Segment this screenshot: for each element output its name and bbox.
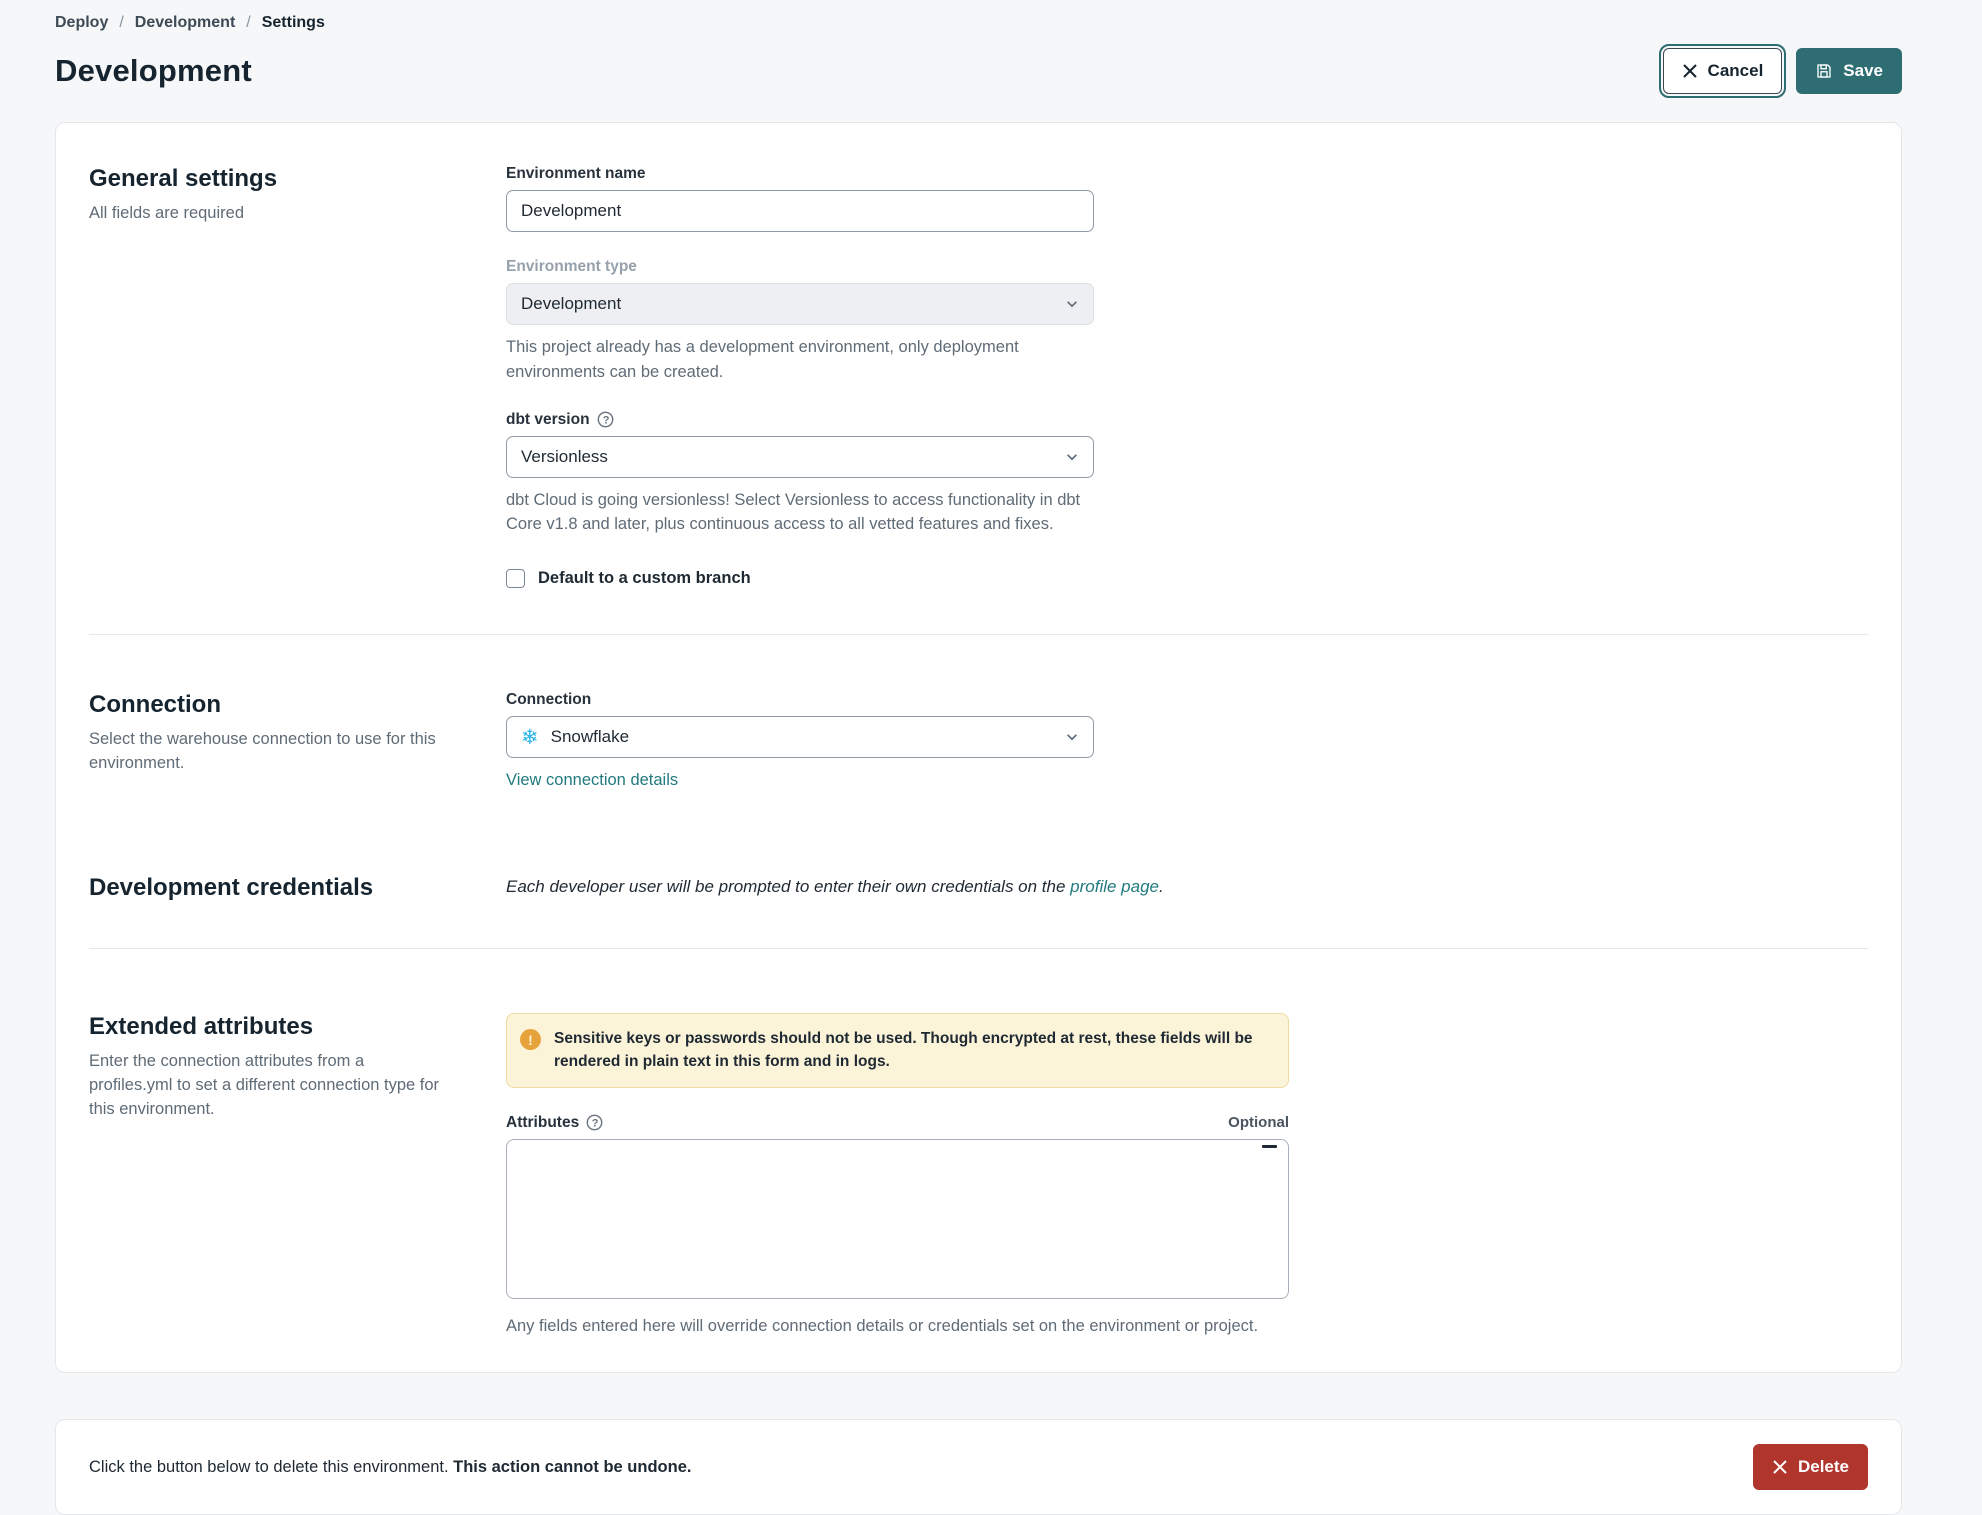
breadcrumb-deploy[interactable]: Deploy — [55, 14, 108, 32]
credentials-note: Each developer user will be prompted to … — [506, 874, 1868, 902]
extended-heading-block: Extended attributes Enter the connection… — [89, 1013, 506, 1338]
breadcrumb-separator: / — [119, 14, 124, 31]
dbt-version-field: dbt version ? Versionless dbt Cloud is g… — [506, 411, 1094, 538]
view-connection-details-link[interactable]: View connection details — [506, 771, 678, 790]
floppy-disk-icon — [1817, 64, 1831, 78]
delete-button[interactable]: Delete — [1752, 1444, 1868, 1491]
close-icon — [1773, 1460, 1787, 1474]
custom-branch-checkbox-row[interactable]: Default to a custom branch — [506, 569, 1868, 588]
settings-card: General settings All fields are required… — [55, 122, 1902, 1374]
optional-badge: Optional — [1228, 1114, 1289, 1131]
general-settings-subheading: All fields are required — [89, 204, 244, 222]
chevron-down-icon — [1067, 453, 1077, 460]
svg-text:?: ? — [602, 414, 609, 426]
section-development-credentials: Development credentials Each developer u… — [56, 790, 1901, 948]
cancel-button[interactable]: Cancel — [1658, 44, 1787, 98]
connection-heading-block: Connection Select the warehouse connecti… — [89, 691, 506, 790]
breadcrumb-development[interactable]: Development — [135, 14, 235, 32]
snowflake-icon: ❄ — [521, 725, 539, 749]
breadcrumb: Deploy / Development / Settings — [55, 12, 1902, 32]
delete-warning-bold: This action cannot be undone. — [453, 1457, 692, 1476]
collapse-gutter-icon[interactable] — [1262, 1144, 1277, 1148]
environment-name-label: Environment name — [506, 165, 646, 182]
custom-branch-label: Default to a custom branch — [538, 569, 751, 587]
chevron-down-icon — [1067, 301, 1077, 308]
save-button-label: Save — [1843, 61, 1883, 80]
attributes-label-wrap: Attributes ? — [506, 1114, 603, 1132]
environment-name-field: Environment name — [506, 165, 1094, 232]
warning-icon: ! — [520, 1029, 541, 1050]
profile-page-link[interactable]: profile page — [1070, 877, 1159, 896]
breadcrumb-separator: / — [246, 14, 251, 31]
credentials-heading: Development credentials — [89, 874, 374, 901]
environment-settings-page: Deploy / Development / Settings Developm… — [0, 0, 1982, 1515]
close-icon — [1682, 64, 1697, 78]
general-settings-fields: Environment name Environment type Develo… — [506, 165, 1868, 588]
connection-field: Connection ❄ Snowflake View connection d… — [506, 691, 1094, 790]
general-settings-heading: General settings — [89, 165, 278, 192]
connection-label: Connection — [506, 691, 592, 708]
credentials-heading-block: Development credentials — [89, 874, 506, 902]
custom-branch-checkbox[interactable] — [506, 569, 525, 588]
attributes-editor-wrap — [506, 1138, 1289, 1304]
delete-warning-prefix: Click the button below to delete this en… — [89, 1457, 454, 1476]
delete-environment-card: Click the button below to delete this en… — [55, 1419, 1902, 1515]
dbt-version-help: dbt Cloud is going versionless! Select V… — [506, 490, 1081, 534]
extended-fields: ! Sensitive keys or passwords should not… — [506, 1013, 1868, 1338]
header-actions: Cancel Save — [1658, 44, 1902, 98]
attributes-label-row: Attributes ? Optional — [506, 1114, 1289, 1132]
help-circle-icon[interactable]: ? — [586, 1114, 603, 1131]
dbt-version-select[interactable]: Versionless — [506, 435, 1094, 478]
environment-type-value: Development — [521, 294, 622, 313]
section-connection: Connection Select the warehouse connecti… — [56, 635, 1901, 790]
connection-subheading: Select the warehouse connection to use f… — [89, 730, 436, 772]
delete-button-label: Delete — [1797, 1457, 1849, 1477]
general-settings-heading-block: General settings All fields are required — [89, 165, 506, 588]
environment-type-help: This project already has a development e… — [506, 338, 1019, 381]
section-general-settings: General settings All fields are required… — [56, 123, 1901, 634]
delete-warning-text: Click the button below to delete this en… — [89, 1458, 691, 1477]
credentials-note-text: Each developer user will be prompted to … — [506, 877, 1071, 896]
save-button[interactable]: Save — [1796, 48, 1902, 94]
svg-text:?: ? — [592, 1117, 599, 1129]
connection-value: Snowflake — [550, 727, 630, 746]
environment-type-select: Development — [506, 283, 1094, 325]
cancel-button-label: Cancel — [1707, 61, 1764, 80]
section-extended-attributes: Extended attributes Enter the connection… — [56, 949, 1901, 1372]
chevron-down-icon — [1067, 734, 1077, 741]
dbt-version-label: dbt version — [506, 410, 590, 428]
connection-heading: Connection — [89, 691, 221, 718]
page-header: Development Cancel Save — [55, 44, 1902, 98]
sensitive-keys-warning: ! Sensitive keys or passwords should not… — [506, 1013, 1289, 1088]
breadcrumb-settings: Settings — [261, 14, 325, 31]
extended-heading: Extended attributes — [89, 1013, 314, 1040]
dbt-version-label-row: dbt version ? — [506, 411, 1094, 429]
attributes-editor[interactable] — [506, 1138, 1289, 1299]
environment-type-label: Environment type — [506, 258, 637, 275]
help-circle-icon[interactable]: ? — [597, 411, 614, 428]
connection-value-wrap: ❄ Snowflake — [521, 727, 1065, 748]
dbt-version-value: Versionless — [521, 446, 608, 466]
attributes-label: Attributes — [506, 1113, 580, 1131]
attributes-help: Any fields entered here will override co… — [506, 1316, 1259, 1335]
page-title: Development — [55, 53, 252, 88]
connection-fields: Connection ❄ Snowflake View connection d… — [506, 691, 1868, 790]
environment-name-input[interactable] — [506, 190, 1094, 232]
connection-select[interactable]: ❄ Snowflake — [506, 716, 1094, 758]
warning-text: Sensitive keys or passwords should not b… — [554, 1030, 1253, 1071]
credentials-note-suffix: . — [1159, 877, 1164, 896]
environment-type-field: Environment type Development This projec… — [506, 258, 1094, 385]
extended-subheading: Enter the connection attributes from a p… — [89, 1052, 440, 1118]
